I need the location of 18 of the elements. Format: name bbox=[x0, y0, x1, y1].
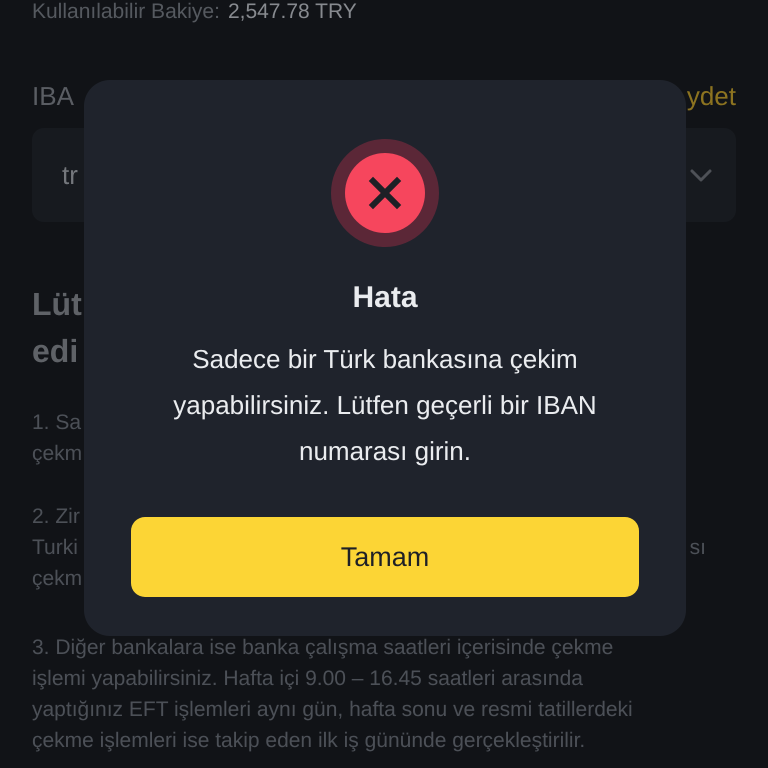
note-text: 2. Zir bbox=[32, 504, 80, 530]
dialog-title: Hata bbox=[352, 280, 418, 316]
balance-label: Kullanılabilir Bakiye: bbox=[32, 0, 220, 24]
heading-text: Lüt bbox=[32, 285, 82, 324]
ok-button[interactable]: Tamam bbox=[131, 517, 639, 597]
note-text: çekm bbox=[32, 566, 82, 592]
chevron-down-icon bbox=[690, 168, 712, 182]
note-text: 1. Sa bbox=[32, 410, 82, 436]
action-link[interactable]: ydet bbox=[686, 82, 736, 110]
field-label: IBA bbox=[32, 82, 74, 110]
note-text: çekm bbox=[32, 441, 82, 467]
dialog-message: Sadece bir Türk bankasına çekim yapabilirsiniz. Lütfen geçerli bir IBAN numarası girin. bbox=[172, 343, 598, 468]
heading-text: edi bbox=[32, 332, 78, 371]
balance-value: 2,547.78 TRY bbox=[228, 0, 357, 24]
note-text: Turki bbox=[32, 535, 78, 561]
note-text: sı bbox=[690, 535, 706, 561]
note-paragraph: 3. Diğer bankalara ise banka çalışma saatleri içerisinde çekme işlemi yapabilirsiniz. Hafta içi 9.00 – 16.45 saatleri arasında yaptığınız EFT işlemleri aynı gün, hafta sonu ve resmi tatillerdeki çekme işlemleri ise takip eden ilk iş gününde gerçekleştirilir. bbox=[32, 635, 634, 754]
error-icon bbox=[331, 139, 439, 247]
